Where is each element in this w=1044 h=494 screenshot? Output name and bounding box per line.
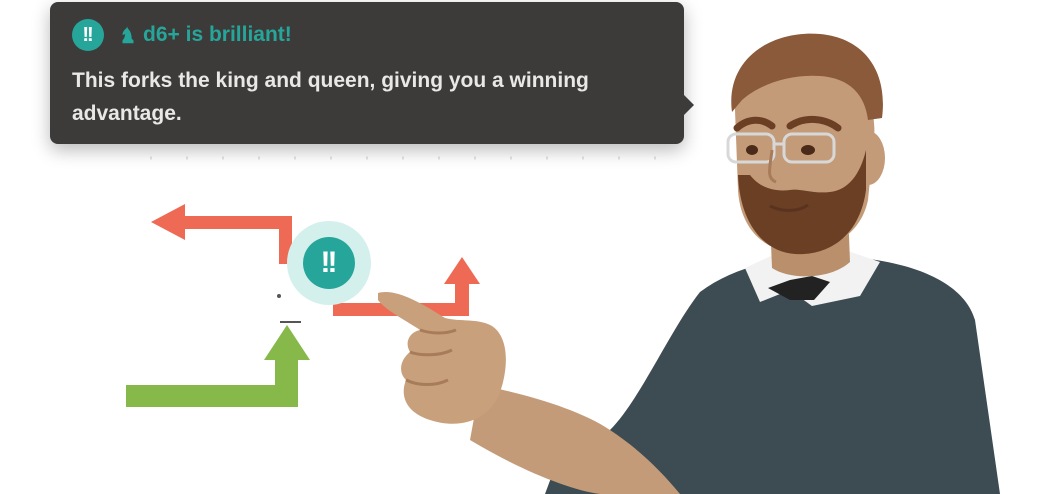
- red-arrow-left: [151, 204, 292, 264]
- tooltip-tail: [683, 94, 694, 116]
- tooltip-headline: d6+ is brilliant!: [143, 23, 292, 46]
- green-arrow-up: [126, 325, 310, 407]
- move-explanation-tooltip: !! d6+ is brilliant! This forks the king…: [50, 2, 694, 144]
- brilliant-badge-icon: !!: [72, 19, 104, 51]
- tooltip-body: This forks the king and queen, giving yo…: [72, 69, 589, 125]
- square-dot: [277, 294, 281, 298]
- brilliant-move-icon: !!: [303, 237, 355, 289]
- brilliant-move-badge: !!: [287, 221, 371, 305]
- knight-icon: [122, 26, 134, 44]
- tooltip-header: !! d6+ is brilliant!: [72, 18, 656, 52]
